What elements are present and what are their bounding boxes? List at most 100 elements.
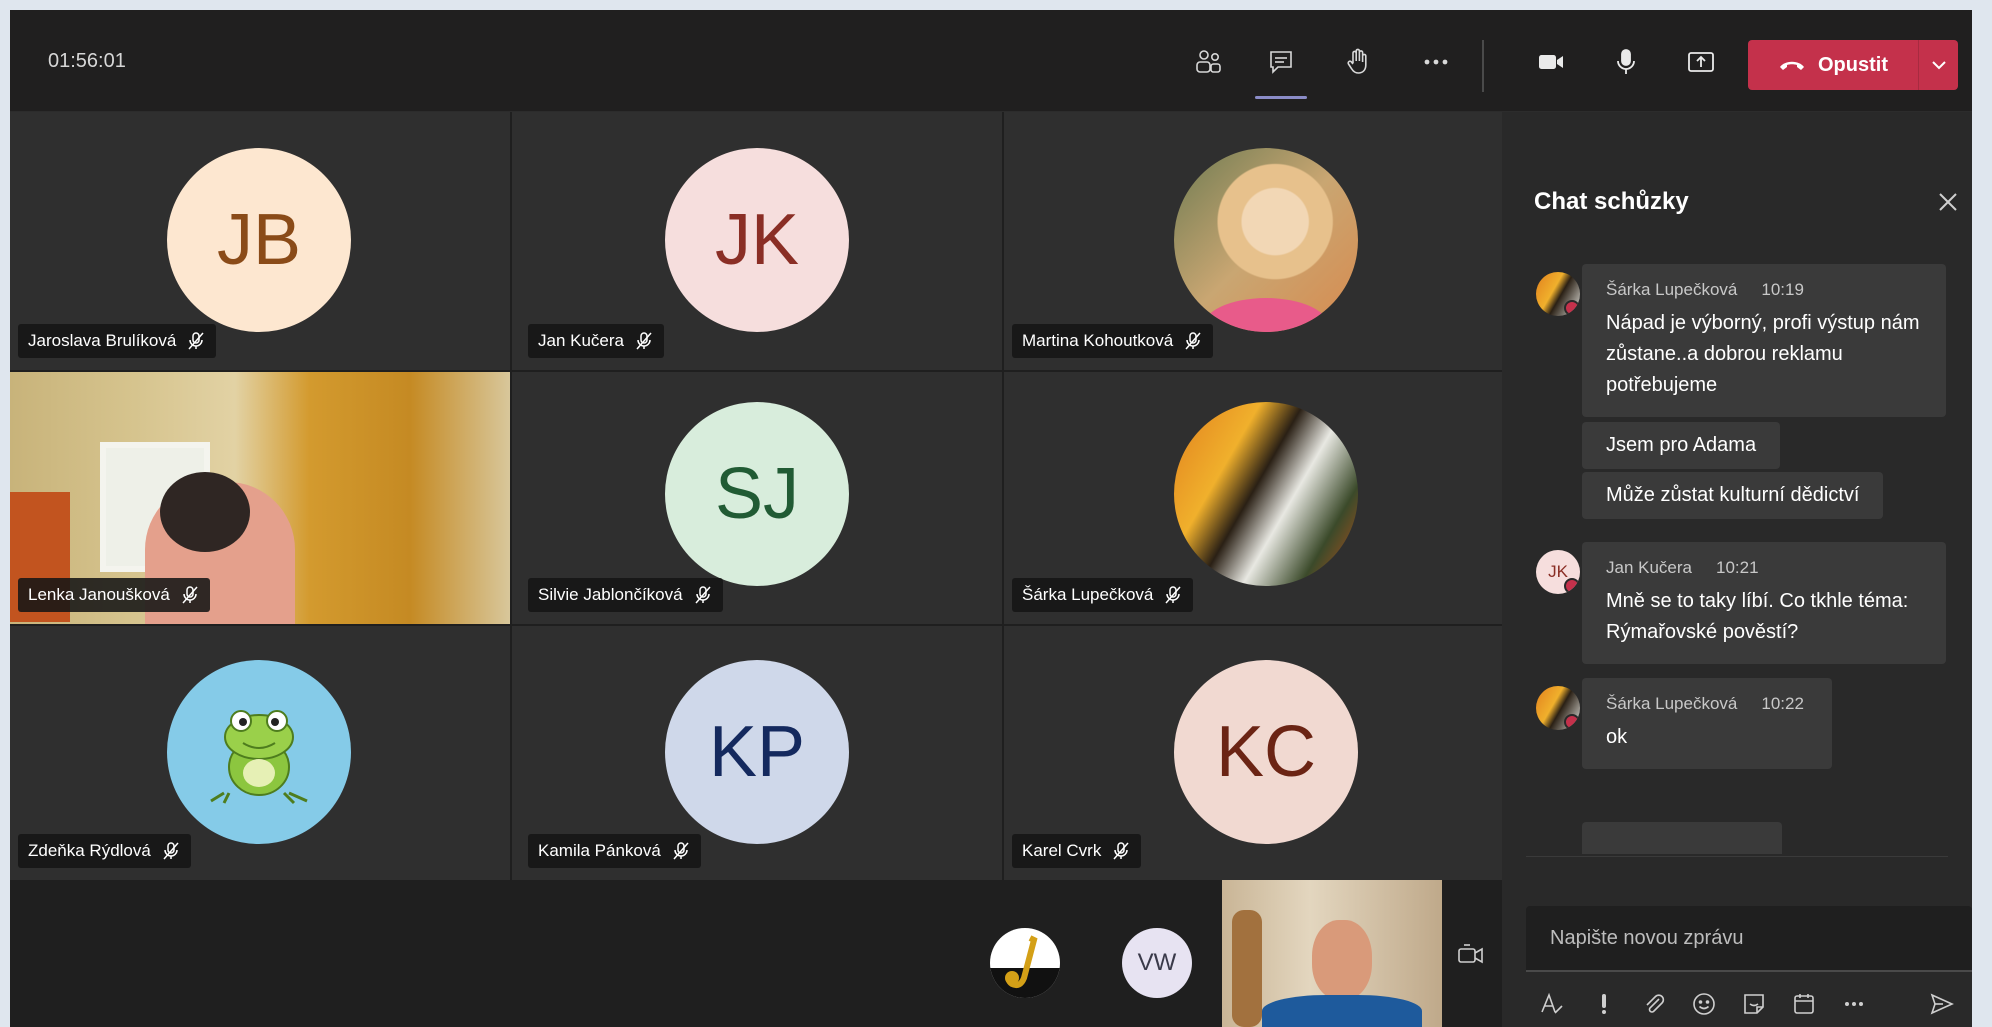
participant-name: Kamila Pánková	[538, 841, 661, 860]
message-author: Šárka Lupečková	[1606, 694, 1738, 713]
message-author: Jan Kučera	[1606, 558, 1692, 577]
chat-message[interactable]: Může zůstat kulturní dědictví	[1582, 472, 1884, 519]
participant-name: Silvie Jablončíková	[538, 585, 683, 604]
avatar	[1536, 686, 1580, 730]
chat-message[interactable]: Šárka Lupečková 10:22 ok	[1582, 678, 1832, 769]
mic-off-icon	[188, 332, 204, 350]
participants-button[interactable]	[1183, 36, 1235, 88]
call-timer: 01:56:01	[48, 50, 126, 72]
microphone-icon	[1617, 49, 1635, 74]
exclamation-icon	[1602, 994, 1606, 1014]
more-actions-button[interactable]	[1410, 36, 1462, 88]
avatar: KC	[1174, 660, 1358, 844]
overflow-avatar[interactable]: VW	[1122, 928, 1192, 998]
mic-off-icon	[695, 586, 711, 604]
share-screen-icon	[1688, 52, 1714, 72]
mic-off-icon	[673, 842, 689, 860]
raise-hand-button[interactable]	[1332, 36, 1384, 88]
chat-button[interactable]	[1255, 36, 1307, 88]
meeting-chat-panel: Chat schůzky Šárka Lupečková 10:19 Nápad …	[1502, 112, 1972, 1027]
chat-title: Chat schůzky	[1534, 188, 1689, 215]
emoji-button[interactable]	[1688, 988, 1720, 1020]
avatar: JB	[167, 148, 351, 332]
video-feed[interactable]: Lenka Janoušková	[10, 372, 510, 624]
more-icon	[1424, 59, 1448, 65]
message-time: 10:19	[1761, 280, 1804, 299]
message-time: 10:22	[1761, 694, 1804, 713]
participant-tile[interactable]: KP Kamila Pánková	[512, 626, 1002, 880]
send-button[interactable]	[1926, 988, 1958, 1020]
participant-name-tag: Zdeňka Rýdlová	[18, 834, 191, 868]
person-face	[1312, 920, 1372, 1000]
leave-button[interactable]: Opustit	[1748, 40, 1918, 90]
avatar: JK	[665, 148, 849, 332]
chat-message[interactable]: Jan Kučera 10:21 Mně se to taky líbí. Co …	[1582, 542, 1946, 664]
camera-icon	[1539, 55, 1563, 69]
participant-name-tag: Silvie Jablončíková	[528, 578, 723, 612]
mic-off-icon	[163, 842, 179, 860]
participant-name-tag: Martina Kohoutková	[1012, 324, 1214, 358]
participant-name-tag: Kamila Pánková	[528, 834, 701, 868]
close-chat-button[interactable]	[1934, 188, 1962, 216]
leave-options-button[interactable]	[1919, 40, 1958, 90]
teams-meeting-window: 01:56:01 Opustit JB Jaroslava Brulíková …	[10, 10, 1972, 1027]
microphone-button[interactable]	[1600, 36, 1652, 88]
person-hair	[160, 472, 250, 552]
message-text: Nápad je výborný, profi výstup nám zůsta…	[1606, 312, 1920, 396]
message-text: Mně se to taky líbí. Co tkhle téma: Rýma…	[1606, 590, 1909, 643]
emoji-icon	[1693, 993, 1715, 1015]
camera-button[interactable]	[1525, 36, 1577, 88]
schedule-button[interactable]	[1788, 988, 1820, 1020]
important-button[interactable]	[1588, 988, 1620, 1020]
participant-name: Martina Kohoutková	[1022, 331, 1174, 350]
participant-name: Jaroslava Brulíková	[28, 331, 177, 350]
calendar-icon	[1794, 994, 1814, 1014]
self-view-video[interactable]	[1222, 880, 1442, 1027]
share-screen-button[interactable]	[1675, 36, 1727, 88]
chat-message-partial[interactable]	[1582, 822, 1782, 854]
participant-name: Lenka Janoušková	[28, 585, 170, 604]
close-icon	[1939, 193, 1957, 211]
sticker-icon	[1744, 994, 1764, 1014]
participant-name: Šárka Lupečková	[1022, 585, 1154, 604]
participant-tile[interactable]: Martina Kohoutková	[1004, 112, 1502, 370]
message-author: Šárka Lupečková	[1606, 280, 1738, 299]
chat-messages: Šárka Lupečková 10:19 Nápad je výborný, p…	[1502, 262, 1972, 854]
saxophone-icon	[990, 935, 1060, 998]
participant-tile[interactable]: Zdeňka Rýdlová	[10, 626, 510, 880]
photo-shirt	[1202, 298, 1330, 332]
participant-name-tag: Šárka Lupečková	[1012, 578, 1194, 612]
participant-name-tag: Jaroslava Brulíková	[18, 324, 217, 358]
participant-tile[interactable]: Šárka Lupečková	[1004, 372, 1502, 624]
status-badge	[1564, 578, 1580, 594]
format-button[interactable]	[1536, 988, 1568, 1020]
leave-label: Opustit	[1818, 53, 1888, 76]
video-camera-icon	[1458, 944, 1483, 964]
chat-active-indicator	[1255, 96, 1307, 99]
participant-name: Jan Kučera	[538, 331, 624, 350]
chat-divider	[1526, 856, 1948, 857]
participant-name-tag: Karel Cvrk	[1012, 834, 1142, 868]
send-icon	[1930, 993, 1954, 1015]
status-badge	[1564, 300, 1580, 316]
compose-placeholder: Napište novou zprávu	[1550, 926, 1744, 949]
message-time: 10:21	[1716, 558, 1759, 577]
chat-message[interactable]: Šárka Lupečková 10:19 Nápad je výborný, p…	[1582, 264, 1946, 417]
compose-message-input[interactable]: Napište novou zprávu	[1526, 906, 1972, 972]
profile-photo	[1174, 148, 1358, 332]
participant-tile[interactable]: JK Jan Kučera	[512, 112, 1002, 370]
mic-off-icon	[182, 586, 198, 604]
attach-button[interactable]	[1638, 988, 1670, 1020]
camera-settings-button[interactable]	[1456, 940, 1486, 970]
more-compose-options[interactable]	[1838, 988, 1870, 1020]
participant-name: Zdeňka Rýdlová	[28, 841, 151, 860]
participant-tile[interactable]: SJ Silvie Jablončíková	[512, 372, 1002, 624]
participant-tile[interactable]: KC Karel Cvrk	[1004, 626, 1502, 880]
participant-name: Karel Cvrk	[1022, 841, 1102, 860]
sticker-button[interactable]	[1738, 988, 1770, 1020]
participant-tile[interactable]: JB Jaroslava Brulíková	[10, 112, 510, 370]
compose-toolbar	[1526, 984, 1972, 1024]
chat-message[interactable]: Jsem pro Adama	[1582, 422, 1781, 469]
saxophone-avatar[interactable]	[990, 928, 1060, 998]
avatar-initials: JK	[1548, 562, 1568, 581]
